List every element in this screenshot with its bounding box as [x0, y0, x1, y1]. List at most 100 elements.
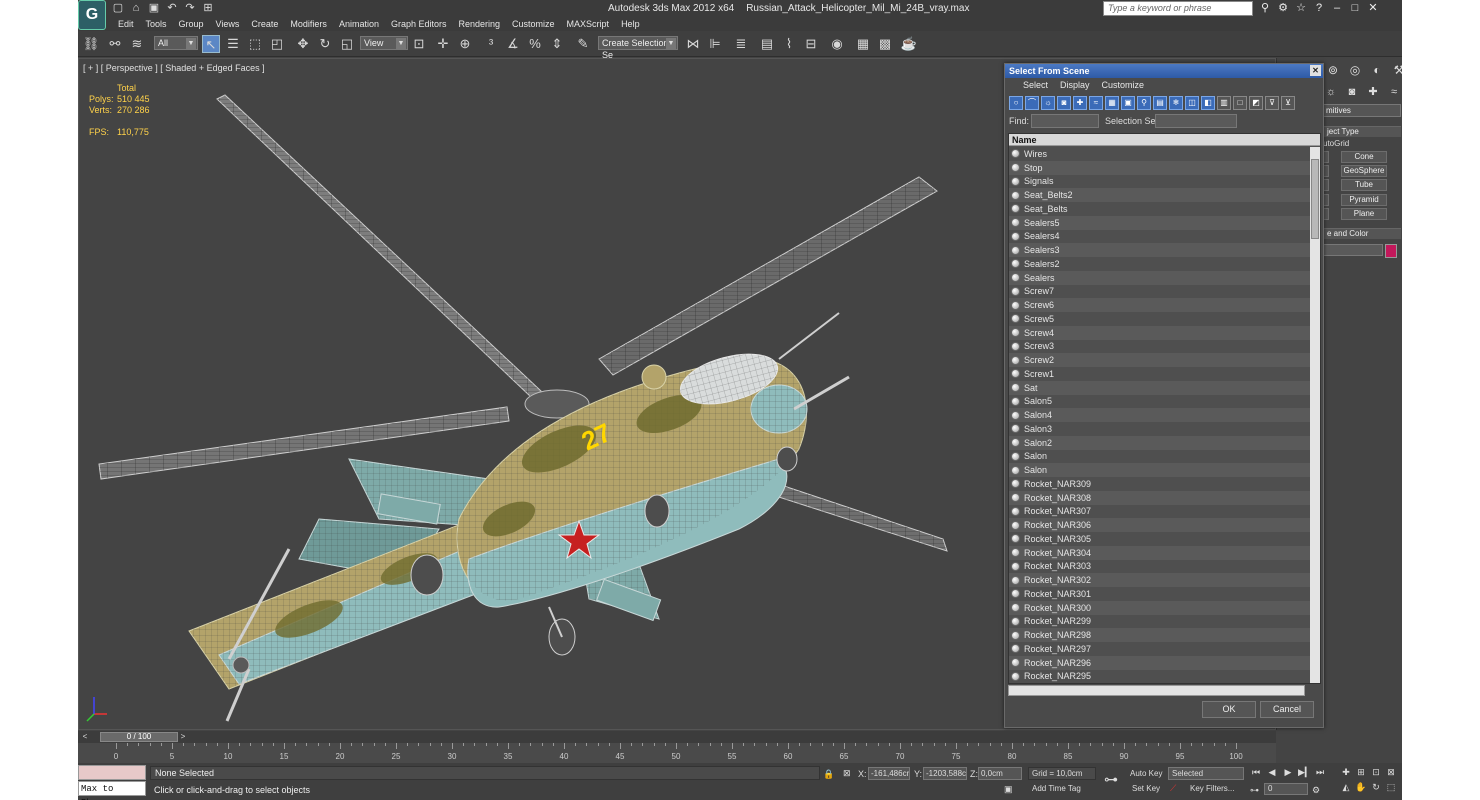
list-item[interactable]: Seat_Belts — [1009, 202, 1311, 216]
go-to-end-icon[interactable]: ⏭ — [1314, 766, 1326, 778]
curve-editor-icon[interactable]: ⌇ — [780, 35, 798, 53]
scale-icon[interactable]: ◱ — [338, 35, 356, 53]
previous-frame-icon[interactable]: ◀ — [1266, 766, 1278, 778]
key-selection-select[interactable]: Selected — [1168, 767, 1244, 780]
lights-icon[interactable]: ☼ — [1323, 84, 1339, 100]
dialog-close-icon[interactable]: ✕ — [1310, 65, 1321, 76]
list-item[interactable]: Rocket_NAR309 — [1009, 477, 1311, 491]
set-key-pen-icon[interactable]: ⟋ — [1170, 783, 1176, 794]
layer-manager-icon[interactable]: ≣ — [732, 35, 750, 53]
display-all-icon[interactable]: ◧ — [1201, 96, 1215, 110]
redo-icon[interactable]: ↷ — [184, 2, 196, 14]
render-setup-icon[interactable]: ▦ — [854, 35, 872, 53]
display-bones-icon[interactable]: ⚲ — [1137, 96, 1151, 110]
bind-space-warp-icon[interactable]: ≋ — [128, 35, 146, 53]
menu-graph-editors[interactable]: Graph Editors — [385, 17, 453, 31]
help-search-input[interactable]: Type a keyword or phrase — [1103, 1, 1253, 16]
unlink-icon[interactable]: ⚯ — [106, 35, 124, 53]
list-item[interactable]: Rocket_NAR297 — [1009, 642, 1311, 656]
set-key-button[interactable]: Set Key — [1132, 784, 1160, 793]
link-icon[interactable]: ⛓ — [82, 35, 100, 53]
list-item[interactable]: Screw7 — [1009, 284, 1311, 299]
next-frame-icon[interactable]: ▶▎ — [1298, 766, 1312, 778]
menu-views[interactable]: Views — [210, 17, 246, 31]
list-item[interactable]: Salon5 — [1009, 394, 1311, 409]
transform-mode-icon[interactable]: ⊠ — [843, 768, 851, 779]
display-geometry-icon[interactable]: ○ — [1009, 96, 1023, 110]
tube-button[interactable]: Tube — [1341, 179, 1387, 191]
list-item[interactable]: Rocket_NAR301 — [1009, 587, 1311, 601]
snap-toggle-icon[interactable]: ³ — [482, 35, 500, 53]
app-logo-icon[interactable]: G — [78, 0, 106, 30]
list-item[interactable]: Wires — [1009, 147, 1311, 161]
display-groups-icon[interactable]: ▦ — [1105, 96, 1119, 110]
autogrid-checkbox[interactable]: utoGrid — [1323, 139, 1349, 148]
list-item[interactable]: Rocket_NAR298 — [1009, 628, 1311, 642]
dialog-menu-select[interactable]: Select — [1017, 78, 1054, 94]
menu-customize[interactable]: Customize — [506, 17, 561, 31]
list-item[interactable]: Rocket_NAR306 — [1009, 518, 1311, 532]
list-item[interactable]: Sealers5 — [1009, 215, 1311, 230]
dialog-menu-customize[interactable]: Customize — [1096, 78, 1151, 94]
field-of-view-icon[interactable]: ◭ — [1340, 781, 1352, 793]
play-icon[interactable]: ▶ — [1282, 766, 1294, 778]
material-editor-icon[interactable]: ◉ — [828, 35, 846, 53]
motion-tab-icon[interactable]: ◎ — [1347, 62, 1363, 78]
time-configuration-icon[interactable]: ⚙ — [1312, 785, 1320, 796]
key-filters-button[interactable]: Key Filters... — [1186, 783, 1246, 796]
window-crossing-icon[interactable]: ◰ — [268, 35, 286, 53]
go-to-start-icon[interactable]: ⏮ — [1250, 766, 1262, 778]
graphite-toggle-icon[interactable]: ▤ — [758, 35, 776, 53]
find-input[interactable] — [1031, 114, 1099, 128]
named-selection-select[interactable]: Create Selection Se — [598, 36, 678, 60]
scrollbar-thumb[interactable] — [1311, 159, 1319, 239]
current-frame-field[interactable]: 0 — [1264, 783, 1308, 795]
list-item[interactable]: Rocket_NAR307 — [1009, 504, 1311, 519]
cameras-icon[interactable]: ◙ — [1344, 84, 1360, 100]
binoculars-icon[interactable]: ⚲ — [1258, 1, 1272, 15]
zoom-all-icon[interactable]: ⊞ — [1355, 766, 1367, 778]
list-item[interactable]: Sealers4 — [1009, 229, 1311, 244]
object-color-swatch[interactable] — [1385, 244, 1397, 258]
minimize-icon[interactable]: – — [1330, 1, 1344, 15]
y-coordinate-field[interactable]: -1203,588c — [923, 767, 967, 780]
angle-snap-icon[interactable]: ∡ — [504, 35, 522, 53]
select-invert-icon[interactable]: ◩ — [1249, 96, 1263, 110]
open-file-icon[interactable]: ⌂ — [130, 2, 142, 14]
select-none-icon[interactable]: □ — [1233, 96, 1247, 110]
key-mode-toggle-icon[interactable]: ⊶ — [1250, 785, 1259, 796]
ok-button[interactable]: OK — [1202, 701, 1256, 718]
list-item[interactable]: Screw2 — [1009, 353, 1311, 367]
help-icon[interactable]: ? — [1312, 1, 1326, 15]
select-by-name-icon[interactable]: ☰ — [224, 35, 242, 53]
close-icon[interactable]: ✕ — [1366, 1, 1380, 15]
list-item[interactable]: Screw6 — [1009, 298, 1311, 312]
zoom-icon[interactable]: ✚ — [1340, 766, 1352, 778]
time-slider-prev-icon[interactable]: < — [80, 732, 90, 742]
rect-selection-icon[interactable]: ⬚ — [246, 35, 264, 53]
list-item[interactable]: Rocket_NAR303 — [1009, 559, 1311, 574]
display-tab-icon[interactable]: ◐ — [1369, 62, 1385, 78]
list-item[interactable]: Screw5 — [1009, 312, 1311, 326]
zoom-extents-icon[interactable]: ⊡ — [1370, 766, 1382, 778]
list-item[interactable]: Signals — [1009, 174, 1311, 189]
maxscript-listener-input[interactable] — [78, 765, 146, 780]
z-coordinate-field[interactable]: 0,0cm — [978, 767, 1022, 780]
zoom-extents-all-icon[interactable]: ⊠ — [1385, 766, 1397, 778]
reference-coord-select[interactable]: View — [360, 36, 408, 50]
maximize-viewport-icon[interactable]: ⬚ — [1385, 781, 1397, 793]
list-item[interactable]: Rocket_NAR300 — [1009, 600, 1311, 615]
track-bar[interactable]: 0 5 10 15 20 25 30 35 40 45 50 55 60 65 70 75 80 85 90 95 10… — [78, 743, 1276, 763]
display-lights-icon[interactable]: ☼ — [1041, 96, 1055, 110]
list-item[interactable]: Rocket_NAR305 — [1009, 532, 1311, 546]
pan-icon[interactable]: ✋ — [1355, 781, 1367, 793]
menu-maxscript[interactable]: MAXScript — [561, 17, 616, 31]
cancel-button[interactable]: Cancel — [1260, 701, 1314, 718]
new-file-icon[interactable]: ▢ — [112, 2, 124, 14]
list-item[interactable]: Salon3 — [1009, 422, 1311, 436]
list-item[interactable]: Sat — [1009, 380, 1311, 395]
list-item[interactable]: Sealers3 — [1009, 243, 1311, 257]
display-containers-icon[interactable]: ▤ — [1153, 96, 1167, 110]
list-item[interactable]: Rocket_NAR299 — [1009, 614, 1311, 629]
list-item[interactable]: Sealers2 — [1009, 257, 1311, 271]
